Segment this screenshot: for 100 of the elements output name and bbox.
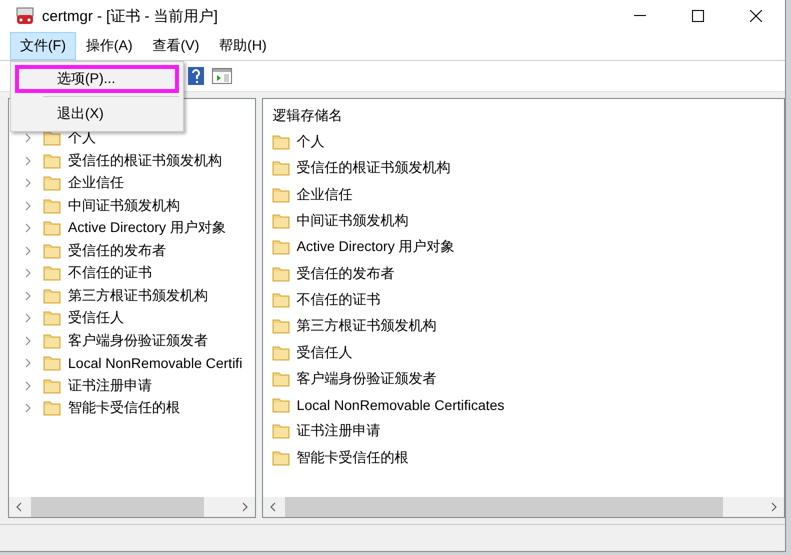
chevron-icon bbox=[23, 268, 33, 278]
folder-icon bbox=[272, 292, 290, 308]
tree-item[interactable]: 证书注册申请 bbox=[9, 374, 255, 397]
tree-item[interactable]: 受信任的发布者 bbox=[9, 240, 255, 262]
list-item-label: Active Directory 用户对象 bbox=[296, 238, 455, 256]
list-item[interactable]: 受信任的发布者 bbox=[262, 260, 784, 287]
tree-item-label: 中间证书颁发机构 bbox=[68, 196, 180, 215]
tree-item[interactable]: 智能卡受信任的根 bbox=[9, 397, 255, 420]
console-button[interactable] bbox=[212, 68, 232, 84]
horizontal-scrollbar[interactable] bbox=[262, 497, 784, 517]
chevron-left-icon bbox=[16, 502, 22, 512]
chevron-icon bbox=[23, 336, 33, 346]
folder-icon bbox=[43, 242, 61, 259]
chevron-icon bbox=[23, 178, 33, 188]
menu-item[interactable]: 文件(F) bbox=[10, 32, 76, 60]
list-item[interactable]: 中间证书颁发机构 bbox=[262, 208, 784, 234]
tree-item[interactable]: 受信任的根证书颁发机构 bbox=[9, 150, 255, 172]
tree-item-label: 第三方根证书颁发机构 bbox=[68, 286, 208, 305]
tree-item[interactable]: Active Directory 用户对象 bbox=[9, 217, 255, 240]
menu-option[interactable]: 选项(P)... bbox=[15, 65, 179, 93]
help-icon bbox=[188, 67, 204, 85]
tree-item-label: 受信任人 bbox=[68, 309, 124, 328]
folder-icon bbox=[43, 265, 61, 282]
folder-icon bbox=[272, 370, 290, 387]
list-item[interactable]: 客户端身份验证颁发者 bbox=[262, 366, 784, 392]
menu-item[interactable]: 帮助(H) bbox=[209, 32, 277, 60]
folder-icon bbox=[43, 332, 61, 349]
menu-option[interactable]: 退出(X) bbox=[15, 100, 179, 128]
folder-icon bbox=[43, 400, 61, 416]
list-item[interactable]: 受信任人 bbox=[262, 339, 784, 366]
chevron-icon bbox=[23, 290, 33, 301]
folder-icon bbox=[272, 450, 290, 466]
horizontal-scrollbar[interactable] bbox=[9, 497, 255, 517]
list-item[interactable]: Local NonRemovable Certificates bbox=[262, 392, 784, 418]
list-item-label: 客户端身份验证颁发者 bbox=[296, 370, 437, 388]
list-item-label: 企业信任 bbox=[296, 186, 353, 204]
list-item[interactable]: 受信任的根证书颁发机构 bbox=[262, 155, 784, 182]
chevron-icon bbox=[23, 200, 33, 211]
folder-icon bbox=[272, 423, 290, 440]
chevron-icon bbox=[23, 358, 33, 368]
folder-icon bbox=[272, 266, 290, 282]
chevron-icon bbox=[23, 133, 33, 144]
list-item-label: 受信任的根证书颁发机构 bbox=[296, 159, 451, 178]
list-item[interactable]: 个人 bbox=[262, 129, 784, 156]
tree-item-label: 证书注册申请 bbox=[68, 376, 152, 395]
close-icon bbox=[750, 10, 762, 22]
tree-item-label: Local NonRemovable Certifi bbox=[68, 355, 242, 372]
folder-icon bbox=[272, 160, 290, 176]
tree-item[interactable]: 客户端身份验证颁发者 bbox=[9, 330, 255, 352]
folder-icon bbox=[43, 220, 61, 236]
folder-icon bbox=[43, 130, 61, 146]
tree-item-label: 受信任的根证书颁发机构 bbox=[68, 152, 222, 170]
tree-item[interactable]: 受信任人 bbox=[9, 307, 255, 330]
chevron-right-icon bbox=[770, 502, 777, 512]
tree-item[interactable]: 中间证书颁发机构 bbox=[9, 194, 255, 217]
tree-item-label: Active Directory 用户对象 bbox=[68, 219, 226, 238]
tree-item[interactable]: 不信任的证书 bbox=[9, 262, 255, 284]
column-header[interactable]: 逻辑存储名 bbox=[262, 101, 784, 129]
folder-icon bbox=[272, 397, 290, 414]
list-item-label: 不信任的证书 bbox=[296, 290, 381, 309]
chevron-icon bbox=[23, 156, 33, 166]
scrollbar-thumb[interactable] bbox=[31, 497, 204, 517]
tree-item-label: 受信任的发布者 bbox=[68, 242, 166, 260]
chevron-icon bbox=[23, 223, 33, 234]
folder-icon bbox=[43, 198, 61, 214]
folder-icon bbox=[43, 310, 61, 326]
tree-item[interactable]: 第三方根证书颁发机构 bbox=[9, 284, 255, 307]
folder-icon bbox=[43, 288, 61, 304]
folder-icon bbox=[272, 186, 290, 203]
scrollbar-thumb[interactable] bbox=[284, 497, 723, 517]
tree-item[interactable]: 企业信任 bbox=[9, 172, 255, 194]
list-item-label: 中间证书颁发机构 bbox=[296, 212, 409, 230]
tree-item[interactable]: Local NonRemovable Certifi bbox=[9, 352, 255, 374]
chevron-icon bbox=[23, 313, 33, 324]
list-item[interactable]: 智能卡受信任的根 bbox=[262, 444, 784, 471]
tree-item-label: 企业信任 bbox=[68, 174, 124, 192]
folder-icon bbox=[43, 355, 61, 372]
chevron-right-icon bbox=[242, 502, 248, 512]
menu-item[interactable]: 操作(A) bbox=[76, 32, 143, 60]
list-item[interactable]: 第三方根证书颁发机构 bbox=[262, 313, 784, 340]
folder-icon bbox=[272, 239, 290, 256]
list-item-label: 第三方根证书颁发机构 bbox=[296, 317, 437, 336]
list-item[interactable]: 不信任的证书 bbox=[262, 286, 784, 314]
list-item[interactable]: Active Directory 用户对象 bbox=[262, 234, 784, 260]
folder-icon bbox=[43, 152, 61, 169]
list-item[interactable]: 企业信任 bbox=[262, 182, 784, 208]
tree-item-label: 智能卡受信任的根 bbox=[68, 399, 180, 418]
folder-icon bbox=[272, 213, 290, 230]
menu-item[interactable]: 查看(V) bbox=[142, 32, 210, 60]
folder-icon bbox=[43, 378, 61, 394]
list-item-label: Local NonRemovable Certificates bbox=[296, 397, 504, 414]
list-item[interactable]: 证书注册申请 bbox=[262, 418, 784, 445]
folder-icon bbox=[272, 134, 290, 150]
chevron-icon bbox=[23, 246, 33, 256]
list-item-label: 个人 bbox=[296, 133, 325, 152]
list-item-label: 智能卡受信任的根 bbox=[296, 448, 409, 467]
maximize-icon bbox=[692, 10, 704, 22]
chevron-icon bbox=[23, 403, 33, 414]
folder-icon bbox=[272, 318, 290, 334]
help-button[interactable] bbox=[188, 67, 204, 85]
